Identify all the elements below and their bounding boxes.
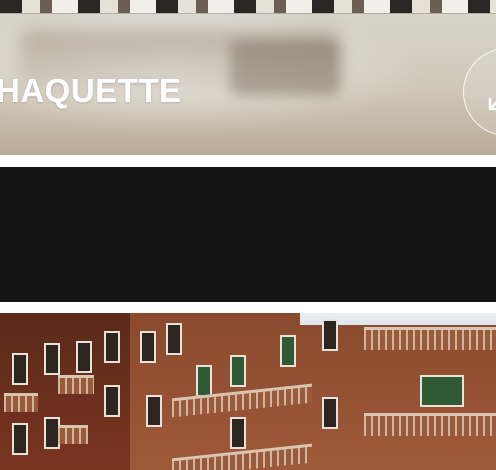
image-card-bottom[interactable] <box>0 313 496 470</box>
building-window-shutter <box>280 335 296 367</box>
card-title: HAQUETTE <box>0 72 182 109</box>
open-card-button[interactable] <box>463 48 496 136</box>
building-window <box>12 353 28 385</box>
dark-content-band <box>0 167 496 302</box>
building-window-shutter <box>196 365 212 397</box>
building-window <box>104 385 120 417</box>
building-window <box>146 395 162 427</box>
shelf-image-strip <box>0 0 496 13</box>
background-blur-shape <box>230 40 340 95</box>
balcony <box>364 413 496 436</box>
building-window <box>76 341 92 373</box>
building-window <box>12 423 28 455</box>
balcony <box>58 425 88 444</box>
building-window <box>104 331 120 363</box>
arrow-down-left-icon <box>488 97 496 111</box>
building-window <box>166 323 182 355</box>
building-window-shutter <box>420 375 464 407</box>
building-window <box>230 417 246 449</box>
balcony <box>4 393 38 412</box>
building-window-shutter <box>230 355 246 387</box>
building-window <box>140 331 156 363</box>
building-window <box>322 319 338 351</box>
balcony <box>58 375 94 394</box>
building-window <box>322 397 338 429</box>
building-window <box>44 343 60 375</box>
balcony <box>364 327 496 350</box>
image-card-top[interactable]: HAQUETTE <box>0 0 496 155</box>
